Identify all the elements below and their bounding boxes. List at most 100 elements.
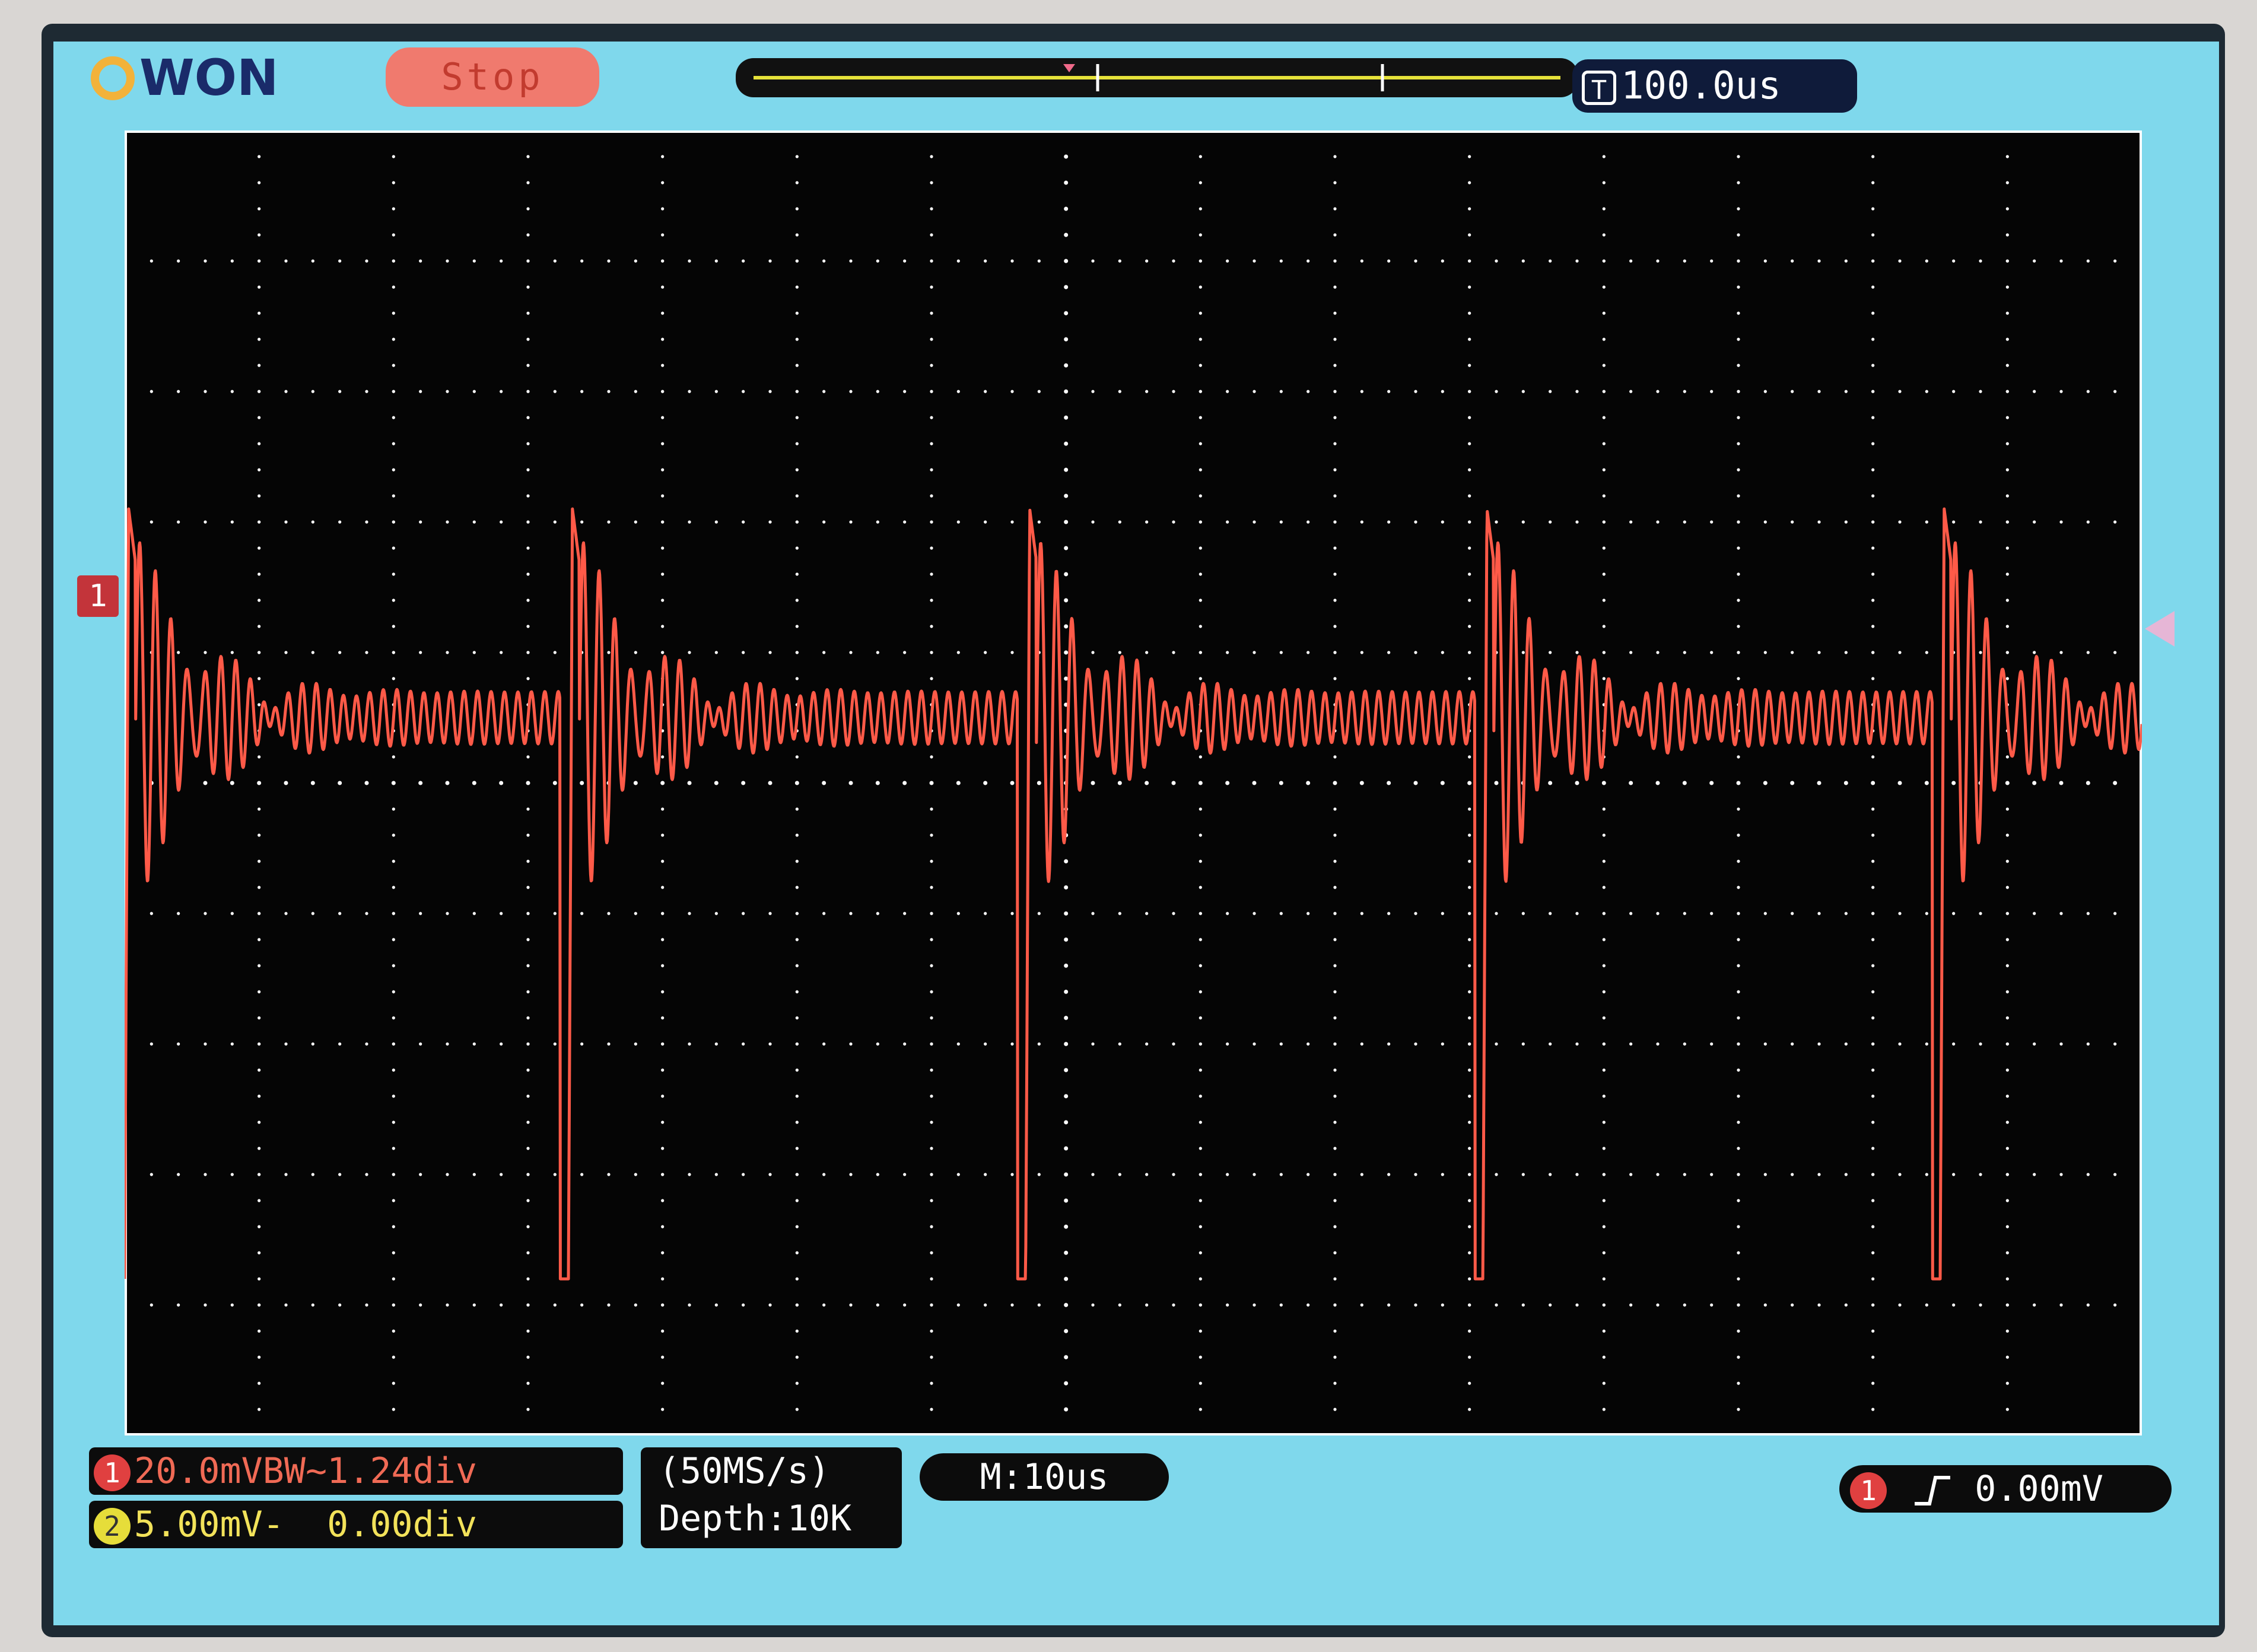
grid-hline-dot (472, 1303, 476, 1307)
grid-vline-dot (1468, 233, 1471, 237)
grid-hline-dot (177, 390, 180, 393)
grid-hline-dot (661, 390, 665, 393)
grid-vline-dot (930, 181, 933, 184)
grid-vline-dot (1737, 625, 1740, 628)
graticule (125, 130, 2142, 1435)
grid-hline-dot (1387, 1303, 1391, 1307)
grid-hline-dot (311, 390, 314, 393)
trigger-level-marker[interactable] (2145, 611, 2175, 647)
grid-hline-dot (1226, 259, 1229, 263)
grid-hline-dot (580, 1173, 584, 1176)
grid-vline-dot (1468, 833, 1471, 837)
grid-hline-dot (1226, 1303, 1229, 1307)
grid-hline-dot (1199, 520, 1202, 524)
grid-hline-dot (1763, 781, 1768, 785)
grid-vline-dot (795, 311, 799, 315)
grid-hline-dot (1279, 520, 1283, 524)
grid-vline-dot (1602, 1016, 1606, 1020)
grid-vline-dot (392, 1199, 395, 1202)
grid-hline-dot (984, 651, 987, 654)
grid-vline-dot (2005, 207, 2009, 211)
ch1-badge: 1 (94, 1454, 131, 1492)
memory-position-bar[interactable] (736, 58, 1578, 97)
grid-vline-dot (1737, 1225, 1740, 1228)
grid-hline-dot (1495, 390, 1498, 393)
grid-hline-dot (714, 520, 718, 524)
grid-hline-dot (311, 1303, 314, 1307)
grid-hline-dot (2086, 520, 2090, 524)
grid-hline-dot (822, 781, 826, 785)
grid-vline-dot (661, 1199, 665, 1202)
grid-vline-dot (930, 1068, 933, 1072)
grid-vline-dot (1737, 546, 1740, 550)
grid-vline-dot (258, 703, 261, 706)
ch1-info-panel[interactable]: 1 20.0mVBW~1.24div (89, 1447, 623, 1495)
grid-hline-dot (795, 1303, 799, 1307)
grid-hline-dot (230, 1173, 234, 1176)
run-stop-status[interactable]: Stop (386, 47, 599, 107)
grid-hline-dot (1952, 520, 1956, 524)
grid-hline-dot (661, 520, 665, 524)
grid-hline-dot (1145, 520, 1149, 524)
grid-vline-dot (258, 364, 261, 367)
grid-hline-dot (930, 651, 933, 654)
grid-vline-dot (1737, 494, 1740, 498)
grid-hline-dot (2059, 912, 2063, 915)
grid-hline-dot (526, 1303, 530, 1307)
grid-hline-dot (1844, 520, 1848, 524)
grid-vline-dot (795, 442, 799, 445)
grid-vline-dot (1199, 807, 1202, 811)
grid-hline-dot (1279, 1042, 1283, 1046)
grid-vline-dot (1199, 311, 1202, 315)
trigger-delay-readout[interactable]: T 100.0us (1572, 59, 1857, 113)
grid-hline-dot (1495, 1173, 1498, 1176)
grid-hline-dot (1414, 1042, 1417, 1046)
grid-vline-dot (2005, 364, 2009, 367)
grid-vline-dot (2005, 338, 2009, 341)
grid-hline-dot (1118, 1303, 1121, 1307)
grid-hline-dot (1037, 1042, 1041, 1046)
grid-vline-dot (526, 964, 530, 967)
grid-hline-dot (392, 390, 395, 393)
grid-vline-dot (258, 1094, 261, 1098)
grid-vline-dot (526, 155, 530, 158)
grid-vline-dot (258, 1068, 261, 1072)
grid-vline-dot (2005, 1225, 2009, 1228)
grid-hline-dot (365, 520, 368, 524)
grid-vline-dot (1199, 364, 1202, 367)
grid-vline-dot (1871, 1094, 1875, 1098)
grid-vline-dot (1333, 938, 1337, 941)
grid-vline-dot (258, 1382, 261, 1385)
grid-vline-dot (1602, 860, 1606, 863)
ch2-info-panel[interactable]: 2 5.00mV- 0.00div (89, 1501, 623, 1548)
grid-vline-dot (1737, 1355, 1740, 1359)
grid-vline-dot (526, 1225, 530, 1228)
grid-hline-dot (768, 259, 772, 263)
grid-hline-dot (1737, 1042, 1740, 1046)
grid-vline-dot (392, 1408, 395, 1411)
grid-hline-dot (1010, 390, 1014, 393)
grid-hline-dot (1871, 1173, 1875, 1176)
grid-vline-dot (930, 677, 933, 680)
ch1-ground-marker[interactable]: 1 (77, 575, 119, 617)
grid-hline-dot (768, 651, 772, 654)
grid-hline-dot (1656, 1303, 1660, 1307)
grid-vline-dot (1064, 1120, 1069, 1125)
grid-hline-dot (1817, 781, 1822, 785)
grid-hline-dot (1306, 259, 1310, 263)
grid-hline-dot (1844, 1173, 1848, 1176)
trigger-info-panel[interactable]: 1 0.00mV (1839, 1465, 2172, 1513)
grid-hline-dot (1602, 520, 1606, 524)
main-timebase[interactable]: M:10us (920, 1453, 1169, 1501)
grid-vline-dot (1871, 990, 1875, 994)
grid-vline-dot (930, 755, 933, 759)
grid-hline-dot (688, 390, 691, 393)
grid-hline-dot (1656, 520, 1660, 524)
grid-vline-dot (795, 990, 799, 994)
grid-hline-dot (2033, 520, 2036, 524)
grid-hline-dot (1091, 390, 1095, 393)
grid-vline-dot (1737, 1016, 1740, 1020)
grid-vline-dot (1064, 1198, 1069, 1203)
grid-vline-dot (1333, 833, 1337, 837)
grid-hline-dot (1333, 1303, 1337, 1307)
